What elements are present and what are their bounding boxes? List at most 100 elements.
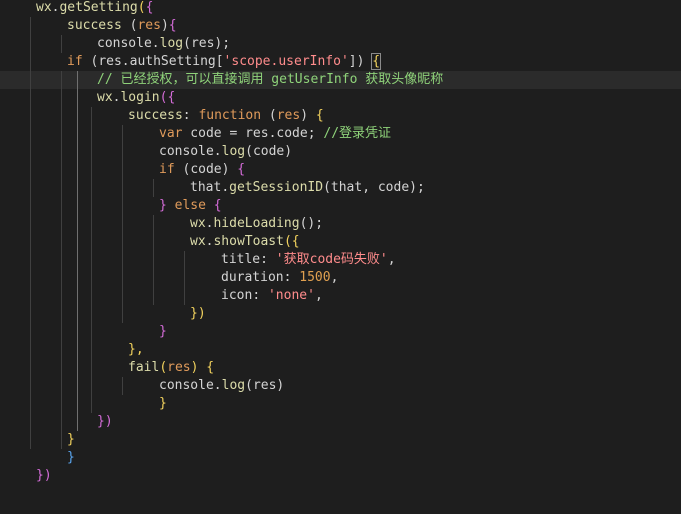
code-token: ) [276, 378, 285, 393]
code-line[interactable]: } [0, 395, 681, 413]
code-token: login [120, 90, 160, 105]
code-token: wx [190, 216, 206, 231]
code-line[interactable]: } [0, 431, 681, 449]
code-token: . [151, 36, 160, 51]
code-line[interactable]: }, [0, 341, 681, 359]
code-line[interactable]: wx.login({ [0, 89, 681, 107]
code-line[interactable]: } [0, 449, 681, 467]
code-token: showToast [213, 234, 284, 249]
code-token: : [260, 252, 276, 267]
code-token: wx [36, 0, 52, 15]
code-line-text: console.log(code) [159, 143, 292, 161]
code-token: { [237, 162, 246, 177]
code-line[interactable]: } [0, 323, 681, 341]
code-token: var [159, 126, 183, 141]
code-token: hideLoading [213, 216, 300, 231]
code-token: } [159, 324, 167, 339]
code-token: }, [128, 342, 144, 357]
code-line[interactable]: wx.hideLoading(); [0, 215, 681, 233]
code-line-text: title: '获取code码失败', [221, 251, 396, 269]
code-line[interactable]: console.log(res); [0, 35, 681, 53]
code-line[interactable]: fail(res) { [0, 359, 681, 377]
code-line[interactable]: }) [0, 413, 681, 431]
code-token: { [168, 18, 177, 33]
code-line[interactable]: title: '获取code码失败', [0, 251, 681, 269]
code-token: ) [221, 162, 238, 177]
code-token: }) [36, 468, 52, 483]
code-line[interactable]: success: function (res) { [0, 107, 681, 125]
code-token: . [213, 144, 222, 159]
code-token: } [159, 396, 167, 411]
indent-guide [153, 215, 154, 305]
code-token: (); [299, 216, 324, 231]
code-token: log [221, 144, 246, 159]
code-token: , [314, 288, 323, 303]
code-token: } [67, 432, 75, 447]
code-token: , [387, 252, 396, 267]
code-token: else [166, 198, 214, 213]
code-token: console [97, 36, 152, 51]
code-token: that [190, 180, 222, 195]
code-token: [ [215, 54, 224, 69]
code-token: ({ [283, 234, 300, 249]
code-line[interactable]: // 已经授权，可以直接调用 getUserInfo 获取头像昵称 [0, 71, 681, 89]
code-line[interactable]: wx.getSetting({ [0, 0, 681, 17]
code-token: ); [214, 36, 231, 51]
code-line[interactable]: console.log(res) [0, 377, 681, 395]
indent-guide [61, 71, 62, 449]
code-line-text: }) [97, 413, 113, 431]
code-line-text: } else { [159, 197, 222, 215]
code-line[interactable]: var code = res.code; //登录凭证 [0, 125, 681, 143]
indent-guide [30, 17, 31, 449]
indent-guide [184, 251, 185, 305]
code-token: if [67, 54, 83, 69]
code-token: ( [121, 18, 138, 33]
code-token: success [128, 108, 183, 123]
code-token: , [330, 270, 339, 285]
code-token: // 已经授权，可以直接调用 getUserInfo 获取头像昵称 [97, 72, 444, 87]
code-token: wx [97, 90, 113, 105]
code-token: { [315, 108, 324, 123]
code-token: } [159, 198, 167, 213]
code-line-text: wx.showToast({ [190, 233, 300, 251]
code-token: . [221, 180, 230, 195]
code-line[interactable]: if (code) { [0, 161, 681, 179]
code-token: res [276, 108, 301, 123]
code-line-text: that.getSessionID(that, code); [190, 179, 425, 197]
code-line[interactable]: console.log(code) [0, 143, 681, 161]
code-line[interactable]: wx.showToast({ [0, 233, 681, 251]
code-line[interactable]: } else { [0, 197, 681, 215]
code-line[interactable]: }) [0, 467, 681, 485]
code-token: 'scope.userInfo' [223, 54, 349, 69]
code-line[interactable]: if (res.authSetting['scope.userInfo']) { [0, 53, 681, 71]
code-line[interactable]: that.getSessionID(that, code); [0, 179, 681, 197]
code-token: log [221, 378, 246, 393]
indent-guide [122, 377, 123, 395]
code-token: : [182, 108, 199, 123]
code-line-text: console.log(res); [97, 35, 230, 53]
code-token: res [167, 360, 191, 375]
code-token: console [159, 144, 214, 159]
code-token: wx [190, 234, 206, 249]
code-token: code = res.code; [182, 126, 324, 141]
code-token: ( [183, 36, 191, 51]
code-token: //登录凭证 [323, 126, 392, 141]
code-token: : [252, 288, 268, 303]
code-token: { [145, 0, 154, 15]
code-token: res [98, 54, 122, 69]
indent-guide [91, 107, 92, 413]
code-line-text: var code = res.code; //登录凭证 [159, 125, 391, 143]
code-line[interactable]: }) [0, 305, 681, 323]
code-line[interactable]: icon: 'none', [0, 287, 681, 305]
code-line-text: wx.getSetting({ [36, 0, 153, 17]
code-token: function [198, 108, 262, 123]
code-token: } [67, 450, 75, 465]
code-editor[interactable]: wx.getSetting({success (res){console.log… [0, 0, 681, 514]
code-line[interactable]: duration: 1500, [0, 269, 681, 287]
code-line[interactable]: success (res){ [0, 17, 681, 35]
code-token: icon [221, 288, 253, 303]
code-token: }) [190, 306, 206, 321]
code-token: ( [159, 360, 168, 375]
code-token: }) [97, 414, 113, 429]
code-token: res [252, 378, 277, 393]
